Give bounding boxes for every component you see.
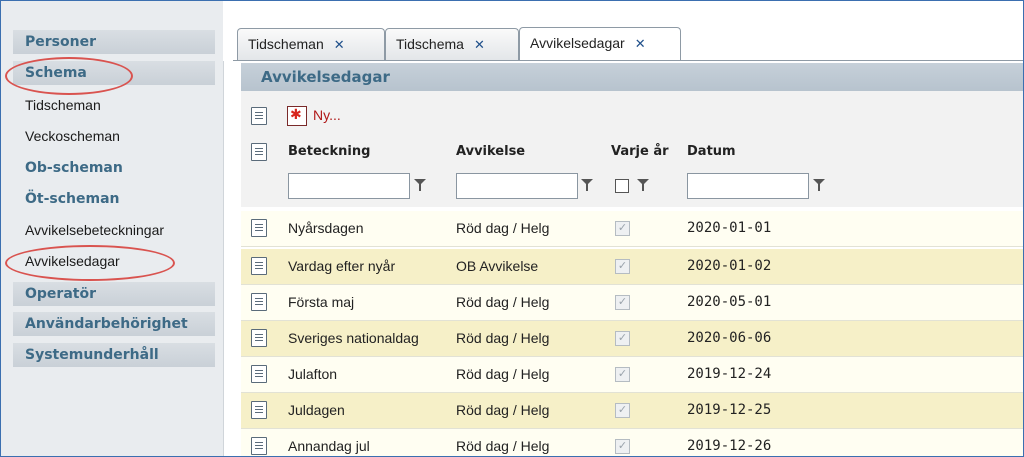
document-icon[interactable]: [251, 219, 267, 237]
cell-datum: 2019-12-25: [687, 402, 772, 418]
checkbox-varje-ar: ✓: [615, 295, 630, 310]
document-icon[interactable]: [251, 293, 267, 311]
cell-datum: 2020-01-01: [687, 220, 772, 236]
tab-tidschema[interactable]: Tidschema ✕: [385, 28, 519, 60]
cell-beteckning: Vardag efter nyår: [288, 258, 396, 274]
document-icon[interactable]: [251, 365, 267, 383]
table-row[interactable]: Vardag efter nyår OB Avvikelse ✓ 2020-01…: [241, 249, 1023, 285]
cell-avvikelse: Röd dag / Helg: [456, 330, 550, 346]
sidebar-item-avvikelsedagar[interactable]: Avvikelsedagar: [13, 249, 215, 273]
checkbox-varje-ar: ✓: [615, 259, 630, 274]
funnel-icon[interactable]: [813, 179, 825, 191]
close-icon[interactable]: ✕: [635, 37, 646, 52]
sidebar: Personer Schema Tidscheman Veckoscheman …: [1, 1, 224, 456]
table-row[interactable]: Nyårsdagen Röd dag / Helg ✓ 2020-01-01: [241, 211, 1023, 247]
table-row[interactable]: Första maj Röd dag / Helg ✓ 2020-05-01: [241, 285, 1023, 321]
sidebar-item-avvikelsebeteckningar[interactable]: Avvikelsebeteckningar: [13, 218, 215, 242]
column-header-datum[interactable]: Datum: [687, 144, 736, 159]
cell-datum: 2019-12-26: [687, 438, 772, 454]
column-header-avvikelse[interactable]: Avvikelse: [456, 144, 525, 159]
sidebar-item-ot-scheman[interactable]: Öt-scheman: [13, 187, 215, 211]
table-row[interactable]: Julafton Röd dag / Helg ✓ 2019-12-24: [241, 357, 1023, 393]
filter-input-avvikelse[interactable]: [456, 173, 578, 199]
sidebar-item-schema[interactable]: Schema: [13, 61, 215, 85]
document-icon[interactable]: [251, 329, 267, 347]
sidebar-item-anvandarbehorighet[interactable]: Användarbehörighet: [13, 312, 215, 336]
cell-datum: 2020-01-02: [687, 258, 772, 274]
column-header-beteckning[interactable]: Beteckning: [288, 144, 370, 159]
funnel-icon[interactable]: [414, 179, 426, 191]
tab-label: Tidscheman: [248, 36, 324, 52]
cell-avvikelse: Röd dag / Helg: [456, 220, 550, 236]
tab-avvikelsedagar[interactable]: Avvikelsedagar ✕: [519, 27, 681, 61]
checkbox-varje-ar: ✓: [615, 439, 630, 454]
cell-datum: 2020-06-06: [687, 330, 772, 346]
new-item-icon[interactable]: [287, 106, 307, 126]
document-icon[interactable]: [251, 401, 267, 419]
new-button[interactable]: Ny...: [313, 107, 341, 123]
sidebar-item-veckoscheman[interactable]: Veckoscheman: [13, 124, 215, 148]
table-row[interactable]: Annandag jul Röd dag / Helg ✓ 2019-12-26: [241, 429, 1023, 456]
sidebar-item-operator[interactable]: Operatör: [13, 282, 215, 306]
close-icon[interactable]: ✕: [334, 38, 345, 53]
cell-avvikelse: Röd dag / Helg: [456, 402, 550, 418]
tab-label: Avvikelsedagar: [530, 35, 625, 51]
checkbox-varje-ar: ✓: [615, 367, 630, 382]
sidebar-item-systemunderhall[interactable]: Systemunderhåll: [13, 343, 215, 367]
close-icon[interactable]: ✕: [474, 38, 485, 53]
filter-input-beteckning[interactable]: [288, 173, 410, 199]
checkbox-varje-ar: ✓: [615, 403, 630, 418]
cell-datum: 2020-05-01: [687, 294, 772, 310]
cell-beteckning: Första maj: [288, 294, 355, 310]
cell-beteckning: Juldagen: [288, 402, 345, 418]
tab-tidscheman[interactable]: Tidscheman ✕: [237, 28, 385, 60]
funnel-icon[interactable]: [581, 179, 593, 191]
checkbox-varje-ar: ✓: [615, 331, 630, 346]
column-header-varje-ar[interactable]: Varje år: [611, 144, 669, 159]
app-frame: Personer Schema Tidscheman Veckoscheman …: [0, 0, 1024, 457]
table-row[interactable]: Juldagen Röd dag / Helg ✓ 2019-12-25: [241, 393, 1023, 429]
funnel-icon[interactable]: [637, 179, 649, 191]
cell-beteckning: Sveriges nationaldag: [288, 330, 419, 346]
tab-label: Tidschema: [396, 36, 464, 52]
sidebar-item-personer[interactable]: Personer: [13, 30, 215, 54]
cell-datum: 2019-12-24: [687, 366, 772, 382]
cell-avvikelse: Röd dag / Helg: [456, 366, 550, 382]
document-icon[interactable]: [251, 437, 267, 455]
cell-avvikelse: Röd dag / Helg: [456, 438, 550, 454]
sidebar-item-ob-scheman[interactable]: Ob-scheman: [13, 156, 215, 180]
cell-avvikelse: Röd dag / Helg: [456, 294, 550, 310]
document-icon[interactable]: [251, 257, 267, 275]
cell-avvikelse: OB Avvikelse: [456, 258, 539, 274]
checkbox-varje-ar: ✓: [615, 221, 630, 236]
sidebar-item-tidscheman[interactable]: Tidscheman: [13, 93, 215, 117]
table-row[interactable]: Sveriges nationaldag Röd dag / Helg ✓ 20…: [241, 321, 1023, 357]
filter-checkbox-varje-ar[interactable]: [615, 179, 629, 193]
cell-beteckning: Annandag jul: [288, 438, 370, 454]
filter-input-datum[interactable]: [687, 173, 809, 199]
tab-divider: [233, 60, 1023, 61]
panel-title: Avvikelsedagar: [241, 63, 1023, 91]
cell-beteckning: Julafton: [288, 366, 338, 382]
document-icon[interactable]: [251, 143, 267, 161]
document-icon[interactable]: [251, 107, 267, 125]
cell-beteckning: Nyårsdagen: [288, 220, 364, 236]
